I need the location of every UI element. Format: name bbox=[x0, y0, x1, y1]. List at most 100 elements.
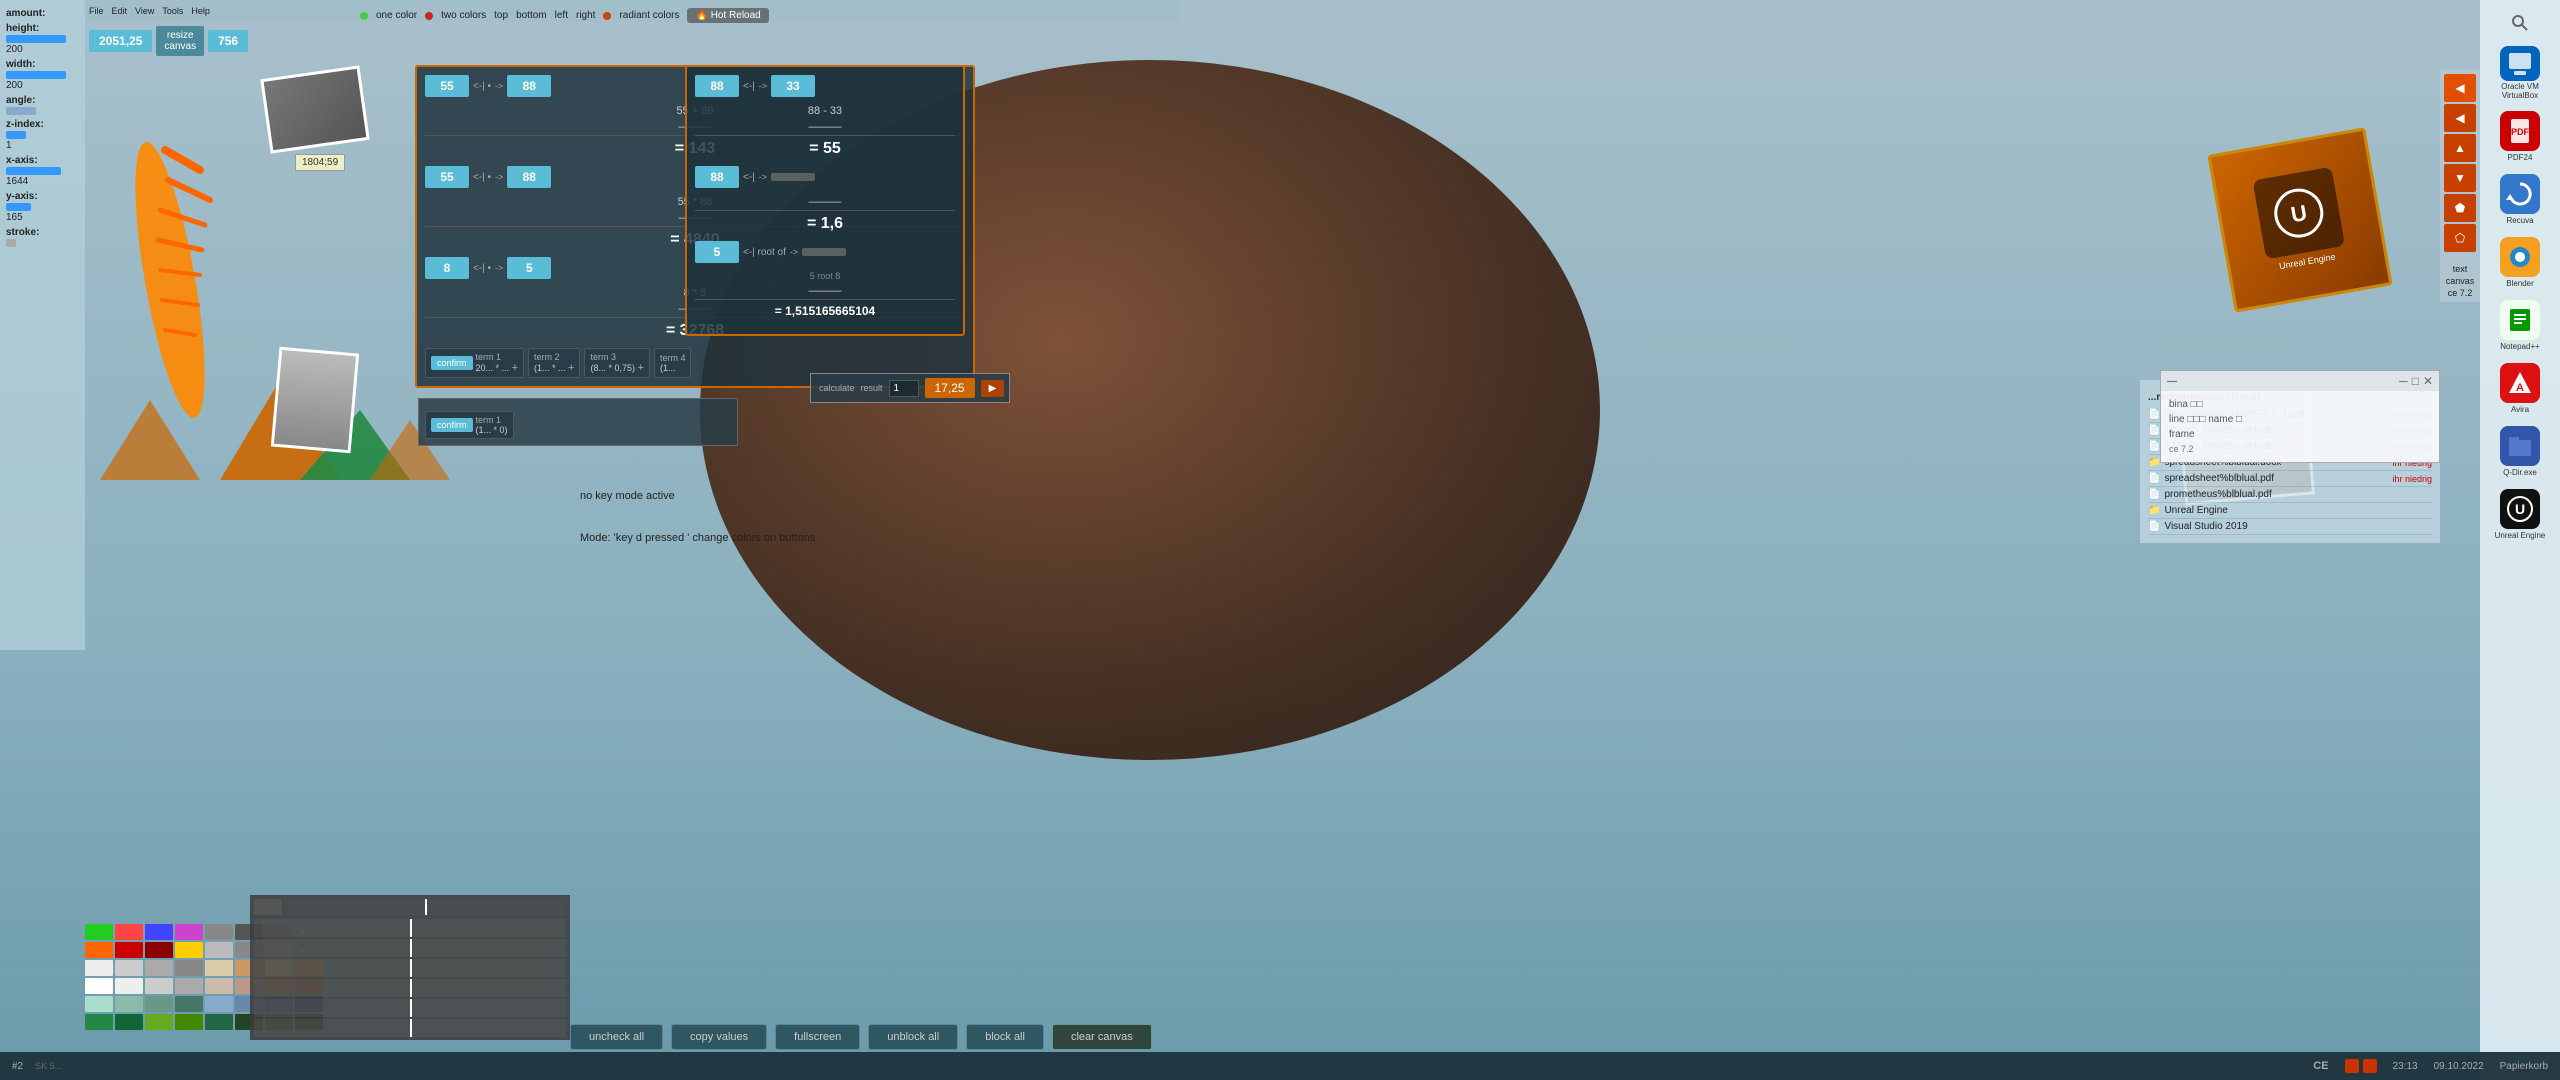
tool-btn-6[interactable]: ⬠ bbox=[2444, 224, 2476, 252]
palette-cell[interactable] bbox=[145, 960, 173, 976]
palette-cell[interactable] bbox=[145, 996, 173, 1012]
menu-view[interactable]: View bbox=[135, 6, 154, 16]
arrow-right-2[interactable]: -> bbox=[495, 172, 503, 182]
menu-tools[interactable]: Tools bbox=[162, 6, 183, 16]
palette-cell[interactable] bbox=[85, 1014, 113, 1030]
taskbar-icon-unreal[interactable]: U Unreal Engine bbox=[2493, 487, 2548, 542]
palette-cell[interactable] bbox=[85, 942, 113, 958]
calc2-b2[interactable] bbox=[771, 173, 815, 181]
palette-cell[interactable] bbox=[85, 996, 113, 1012]
palette-cell[interactable] bbox=[145, 924, 173, 940]
taskbar-icon-notepadpp[interactable]: Notepad++ bbox=[2493, 298, 2548, 353]
palette-cell[interactable] bbox=[205, 942, 233, 958]
menu-file[interactable]: File bbox=[89, 6, 104, 16]
palette-cell[interactable] bbox=[115, 978, 143, 994]
window-minimize-button[interactable]: ─ bbox=[2399, 374, 2408, 388]
radiant-dot bbox=[603, 12, 611, 20]
block-all-button[interactable]: block all bbox=[966, 1024, 1044, 1050]
tool-btn-1[interactable]: ◀ bbox=[2444, 74, 2476, 102]
list-item: 📄 spreadsheet%blblual.pdf ihr niedrig bbox=[2148, 471, 2432, 487]
palette-cell[interactable] bbox=[175, 1014, 203, 1030]
hot-reload-button[interactable]: 🔥 Hot Reload bbox=[687, 8, 768, 23]
top-label[interactable]: top bbox=[494, 10, 508, 21]
palette-cell[interactable] bbox=[115, 942, 143, 958]
palette-cell[interactable] bbox=[115, 960, 143, 976]
calc2-b1[interactable]: 33 bbox=[771, 75, 815, 97]
calc2-a1[interactable]: 88 bbox=[695, 75, 739, 97]
palette-cell[interactable] bbox=[145, 942, 173, 958]
calc1-b1[interactable]: 88 bbox=[507, 75, 551, 97]
radiant-label[interactable]: radiant colors bbox=[619, 10, 679, 21]
window-maximize-button[interactable]: □ bbox=[2412, 374, 2419, 388]
clear-canvas-button[interactable]: clear canvas bbox=[1052, 1024, 1152, 1050]
palette-cell[interactable] bbox=[205, 1014, 233, 1030]
palette-cell[interactable] bbox=[145, 1014, 173, 1030]
terms-row-2: confirm term 1 (1... * 0) bbox=[425, 411, 731, 439]
window-close-button[interactable]: ✕ bbox=[2423, 374, 2433, 388]
term-1-confirm[interactable]: confirm bbox=[431, 356, 473, 370]
taskbar-icon-qdir[interactable]: Q-Dir.exe bbox=[2493, 424, 2548, 479]
palette-cell[interactable] bbox=[175, 960, 203, 976]
calc2-b3[interactable] bbox=[802, 248, 846, 256]
term-1-container: term 1 20... * ... + bbox=[476, 352, 518, 374]
taskbar-icon-pdf24[interactable]: PDF PDF24 bbox=[2493, 109, 2548, 164]
tool-btn-5[interactable]: ⬟ bbox=[2444, 194, 2476, 222]
arrow-right-1[interactable]: -> bbox=[495, 81, 503, 91]
papierkorb-label[interactable]: Papierkorb bbox=[2500, 1061, 2548, 1072]
bottom-label[interactable]: bottom bbox=[516, 10, 547, 21]
calc1-a1[interactable]: 55 bbox=[425, 75, 469, 97]
tab-label[interactable]: #2 bbox=[12, 1061, 23, 1072]
calc1-b2[interactable]: 88 bbox=[507, 166, 551, 188]
palette-cell[interactable] bbox=[145, 978, 173, 994]
palette-cell[interactable] bbox=[205, 960, 233, 976]
arrow-right-3[interactable]: -> bbox=[495, 263, 503, 273]
palette-cell[interactable] bbox=[115, 924, 143, 940]
palette-cell[interactable] bbox=[85, 924, 113, 940]
mode-info-text: Mode: 'key d pressed ' change colors on … bbox=[580, 532, 815, 544]
arrow2-right-2[interactable]: -> bbox=[759, 172, 767, 182]
palette-cell[interactable] bbox=[115, 1014, 143, 1030]
fullscreen-button[interactable]: fullscreen bbox=[775, 1024, 860, 1050]
resize-canvas-button[interactable]: resizecanvas bbox=[156, 26, 204, 56]
left-label[interactable]: left bbox=[555, 10, 568, 21]
arrow2-right-3[interactable]: -> bbox=[790, 247, 798, 257]
one-color-label[interactable]: one color bbox=[376, 10, 417, 21]
calc1-b3[interactable]: 5 bbox=[507, 257, 551, 279]
list-item-unreal[interactable]: 📁 Unreal Engine bbox=[2148, 503, 2432, 519]
taskbar-search-button[interactable] bbox=[2505, 8, 2535, 38]
term2-1-confirm[interactable]: confirm bbox=[431, 418, 473, 432]
palette-cell[interactable] bbox=[85, 960, 113, 976]
menu-edit[interactable]: Edit bbox=[112, 6, 128, 16]
palette-cell[interactable] bbox=[205, 978, 233, 994]
calc1-a2[interactable]: 55 bbox=[425, 166, 469, 188]
calc2-a3[interactable]: 5 bbox=[695, 241, 739, 263]
palette-cell[interactable] bbox=[175, 996, 203, 1012]
tool-btn-3[interactable]: ▲ bbox=[2444, 134, 2476, 162]
arrow2-right-1[interactable]: -> bbox=[759, 81, 767, 91]
calc1-a3[interactable]: 8 bbox=[425, 257, 469, 279]
taskbar-icon-virtualbox[interactable]: Oracle VMVirtualBox bbox=[2493, 46, 2548, 101]
unblock-all-button[interactable]: unblock all bbox=[868, 1024, 958, 1050]
copy-values-button[interactable]: copy values bbox=[671, 1024, 767, 1050]
taskbar-icon-blender[interactable]: Blender bbox=[2493, 235, 2548, 290]
tool-btn-4[interactable]: ▼ bbox=[2444, 164, 2476, 192]
palette-cell[interactable] bbox=[205, 924, 233, 940]
right-label[interactable]: right bbox=[576, 10, 595, 21]
calc2-a2[interactable]: 88 bbox=[695, 166, 739, 188]
two-colors-label[interactable]: two colors bbox=[441, 10, 486, 21]
svg-text:U: U bbox=[2515, 501, 2525, 517]
list-item-vs[interactable]: 📄 Visual Studio 2019 bbox=[2148, 519, 2432, 535]
palette-cell[interactable] bbox=[175, 924, 203, 940]
result-input[interactable] bbox=[889, 380, 919, 397]
palette-cell[interactable] bbox=[205, 996, 233, 1012]
palette-cell[interactable] bbox=[85, 978, 113, 994]
palette-cell[interactable] bbox=[175, 978, 203, 994]
tool-btn-2[interactable]: ◀ bbox=[2444, 104, 2476, 132]
menu-help[interactable]: Help bbox=[191, 6, 210, 16]
calc-execute-button[interactable]: ▶ bbox=[981, 380, 1005, 397]
taskbar-icon-recuva[interactable]: Recuva bbox=[2493, 172, 2548, 227]
palette-cell[interactable] bbox=[115, 996, 143, 1012]
uncheck-all-button[interactable]: uncheck all bbox=[570, 1024, 663, 1050]
taskbar-icon-avira[interactable]: A Avira bbox=[2493, 361, 2548, 416]
palette-cell[interactable] bbox=[175, 942, 203, 958]
